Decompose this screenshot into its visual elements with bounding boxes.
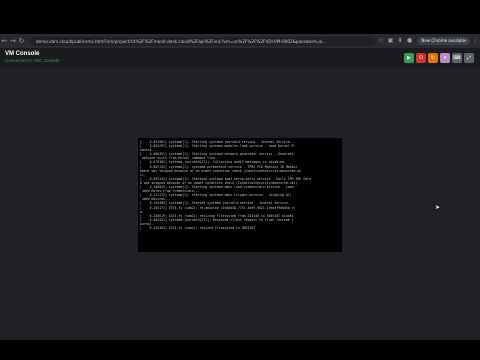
downloads-icon[interactable]: ⬇ xyxy=(395,34,405,48)
power-off-button[interactable]: ⏻ xyxy=(416,53,426,63)
fullscreen-button[interactable]: ⤢ xyxy=(464,53,474,63)
console-line: [ 6.516183] EXT4-fs (sda2): resized file… xyxy=(140,225,256,230)
suspend-button[interactable]: ⏸ xyxy=(440,53,450,63)
profile-icon[interactable]: ● xyxy=(405,34,415,48)
mouse-cursor-icon: ➤ xyxy=(435,204,441,211)
bookmark-star-icon[interactable]: ☆ xyxy=(376,34,386,48)
vm-toolbar: ▶ ⏻ ↻ ⏸ ⌨ ⤢ xyxy=(404,53,474,63)
reset-button[interactable]: ↻ xyxy=(428,53,438,63)
forward-arrow-icon[interactable]: → xyxy=(9,34,18,48)
vnc-console-screen[interactable]: [ 6.031961] systemd[1]: Starting systemd… xyxy=(138,138,342,252)
chrome-update-button[interactable]: New Chrome available xyxy=(417,37,471,45)
back-arrow-icon[interactable]: ← xyxy=(0,34,9,48)
app-header: VM Console Connected to VNC console ▶ ⏻ ↻ ⏸… xyxy=(0,48,480,68)
browser-toolbar: ← → ↻ demo.vbm.cloud/publicvms.html?vm/p… xyxy=(0,34,480,48)
address-bar[interactable]: demo.vbm.cloud/publicvms.html?vm/project… xyxy=(29,36,377,46)
extension-icon[interactable]: ▣ xyxy=(386,34,396,48)
page-title: VM Console xyxy=(5,51,40,57)
send-keys-button[interactable]: ⌨ xyxy=(452,53,462,63)
menu-dots-icon[interactable]: ⋮ xyxy=(470,34,480,48)
connection-status: Connected to VNC console xyxy=(5,58,60,63)
reload-icon[interactable]: ↻ xyxy=(17,34,26,48)
title-block: VM Console Connected to VNC console xyxy=(5,51,59,64)
power-on-button[interactable]: ▶ xyxy=(404,53,414,63)
